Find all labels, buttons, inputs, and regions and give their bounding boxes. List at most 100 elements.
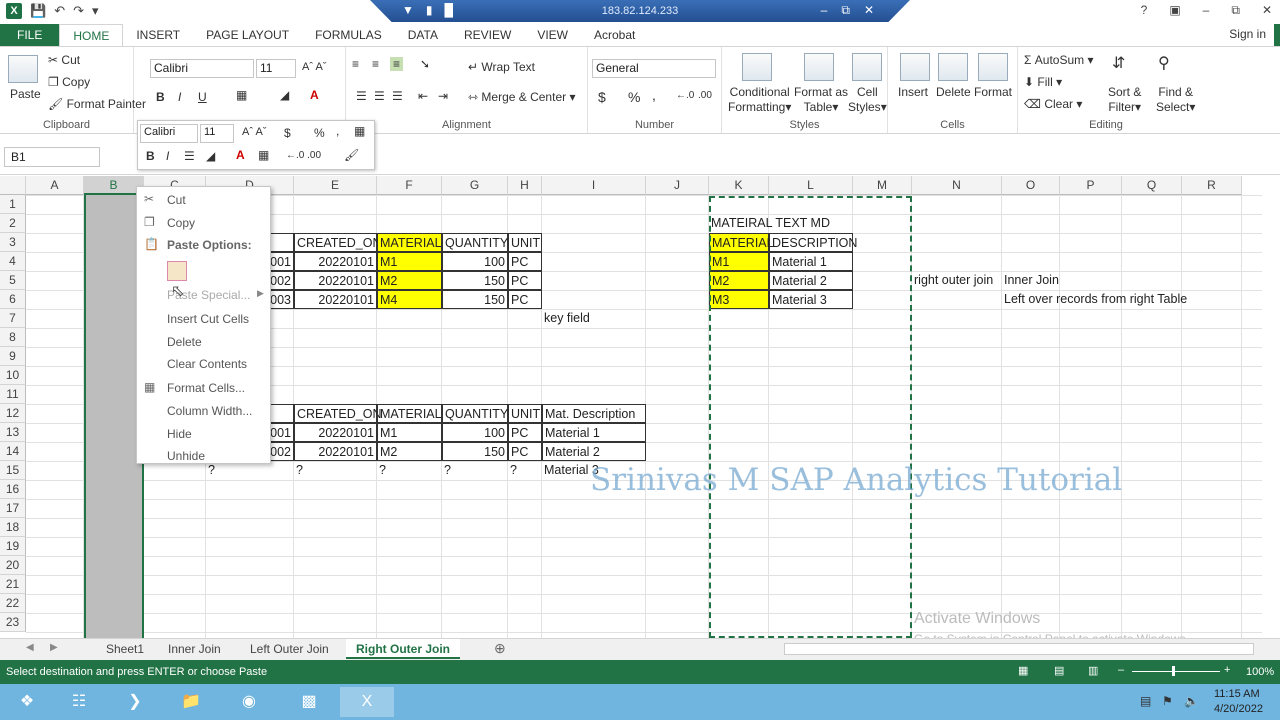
currency-icon[interactable]: $	[598, 89, 606, 105]
mini-size-select[interactable]: 11	[200, 124, 234, 143]
tab-review[interactable]: REVIEW	[451, 24, 524, 46]
sheet-tab-inner-join[interactable]: Inner Join	[158, 639, 231, 659]
row-header-14[interactable]: 14	[0, 442, 26, 461]
tab-view[interactable]: VIEW	[524, 24, 581, 46]
insert-cells-icon[interactable]	[900, 53, 930, 81]
column-header-k[interactable]: K	[709, 176, 769, 195]
table1-cell[interactable]: 150	[442, 271, 508, 290]
powershell-icon[interactable]: ❯	[108, 687, 162, 717]
close-icon[interactable]: ✕	[1262, 3, 1272, 18]
sort-filter-icon[interactable]: ⇵	[1112, 53, 1125, 73]
table1-header[interactable]: QUANTITY	[442, 233, 508, 252]
number-format-select[interactable]: General	[592, 59, 716, 78]
column-header-q[interactable]: Q	[1122, 176, 1182, 195]
table2-cell[interactable]: 150	[442, 442, 508, 461]
tab-insert[interactable]: INSERT	[123, 24, 193, 46]
column-header-g[interactable]: G	[442, 176, 508, 195]
table1-cell[interactable]: 100	[442, 252, 508, 271]
cell-styles-icon[interactable]	[852, 53, 882, 81]
table1-header[interactable]: UNIT	[508, 233, 542, 252]
borders-icon[interactable]: ▦	[236, 88, 247, 102]
tab-formulas[interactable]: FORMULAS	[302, 24, 395, 46]
table2-cell[interactable]: 20220101	[294, 442, 377, 461]
ribbon-display-icon[interactable]: ▣	[1169, 3, 1180, 18]
table2-cell[interactable]: PC	[508, 423, 542, 442]
font-name-select[interactable]: Calibri	[150, 59, 254, 78]
row-header-21[interactable]: 21	[0, 575, 26, 594]
next-sheet-icon[interactable]: ▶	[50, 642, 58, 653]
align-bottom-icon[interactable]: ≡	[390, 57, 404, 71]
chrome-icon[interactable]: ◉	[222, 687, 276, 717]
column-header-p[interactable]: P	[1060, 176, 1122, 195]
table2-cell[interactable]: Material 2	[542, 442, 646, 461]
menu-format-cells[interactable]: Format Cells...	[167, 381, 245, 395]
fill-button[interactable]: ⬇ Fill ▾	[1024, 75, 1062, 89]
tab-file[interactable]: FILE	[0, 24, 60, 46]
conditional-formatting-icon[interactable]	[742, 53, 772, 81]
right-outer-join-note[interactable]: right outer join	[912, 271, 1002, 290]
table2-cell[interactable]: M2	[377, 442, 442, 461]
restore-icon[interactable]: ⧉	[1231, 3, 1240, 18]
column-header-r[interactable]: R	[1182, 176, 1242, 195]
delete-button[interactable]: Delete	[936, 85, 971, 99]
row-header-23[interactable]: 23	[0, 613, 26, 632]
inner-join-note[interactable]: Inner Join	[1002, 271, 1060, 290]
table1-cell[interactable]: PC	[508, 271, 542, 290]
column-header-e[interactable]: E	[294, 176, 377, 195]
row-header-9[interactable]: 9	[0, 347, 26, 366]
column-header-f[interactable]: F	[377, 176, 442, 195]
table1-cell[interactable]: PC	[508, 252, 542, 271]
find-select-button[interactable]: Find & Select▾	[1156, 85, 1195, 115]
table2-header[interactable]: UNIT	[508, 404, 542, 423]
menu-insert-cut-cells[interactable]: Insert Cut Cells	[167, 312, 249, 326]
save-icon[interactable]: 💾	[30, 3, 46, 19]
tab-data[interactable]: DATA	[395, 24, 451, 46]
table2-cell[interactable]: Material 1	[542, 423, 646, 442]
row-header-8[interactable]: 8	[0, 328, 26, 347]
table2-header[interactable]: QUANTITY	[442, 404, 508, 423]
align-center-icon[interactable]: ☰	[374, 89, 385, 103]
mini-font-select[interactable]: Calibri	[140, 124, 198, 143]
flag-icon[interactable]: ⚑	[1162, 694, 1173, 708]
column-header-j[interactable]: J	[646, 176, 709, 195]
column-header-l[interactable]: L	[769, 176, 853, 195]
cut-button[interactable]: ✂ Cut	[48, 53, 80, 67]
row-header-11[interactable]: 11	[0, 385, 26, 404]
insert-button[interactable]: Insert	[898, 85, 928, 99]
sign-in-link[interactable]: Sign in	[1229, 27, 1266, 41]
zoom-out-icon[interactable]: –	[1118, 664, 1124, 676]
comma-icon[interactable]: ,	[652, 87, 656, 103]
column-header-o[interactable]: O	[1002, 176, 1060, 195]
paste-icon[interactable]	[8, 55, 38, 83]
column-header-m[interactable]: M	[853, 176, 912, 195]
page-break-view-icon[interactable]: ▥	[1088, 664, 1098, 677]
zoom-level[interactable]: 100%	[1246, 666, 1274, 678]
mini-align-icon[interactable]: ☰	[184, 149, 195, 163]
column-header-h[interactable]: H	[508, 176, 542, 195]
bold-icon[interactable]: B	[156, 90, 165, 104]
row-header-3[interactable]: 3	[0, 233, 26, 252]
column-header-n[interactable]: N	[912, 176, 1002, 195]
table2-cell[interactable]: M1	[377, 423, 442, 442]
font-color-icon[interactable]: A	[310, 88, 319, 102]
cell-styles-button[interactable]: Cell Styles▾	[848, 85, 887, 115]
minimize-icon[interactable]: –	[1203, 3, 1210, 18]
row-header-18[interactable]: 18	[0, 518, 26, 537]
mini-borders-icon[interactable]: ▦	[258, 148, 269, 162]
wrap-text-button[interactable]: ↵ Wrap Text	[468, 60, 535, 74]
column-header-a[interactable]: A	[26, 176, 84, 195]
table2-cell[interactable]: PC	[508, 442, 542, 461]
page-layout-view-icon[interactable]: ▤	[1054, 664, 1064, 677]
windows-start-icon[interactable]: ❖	[0, 687, 54, 717]
italic-icon[interactable]: I	[178, 90, 181, 104]
normal-view-icon[interactable]: ▦	[1018, 664, 1028, 677]
zoom-thumb[interactable]	[1172, 666, 1175, 676]
underline-icon[interactable]: U	[198, 90, 207, 104]
prev-sheet-icon[interactable]: ◀	[26, 642, 34, 653]
left-over-note[interactable]: Left over records from right Table	[1002, 290, 1187, 309]
table1-cell[interactable]: 20220101	[294, 271, 377, 290]
zoom-in-icon[interactable]: +	[1224, 664, 1230, 676]
table2-cell[interactable]: 100	[442, 423, 508, 442]
format-as-table-button[interactable]: Format as Table▾	[794, 85, 848, 115]
table2-header[interactable]: CREATED_ON	[294, 404, 382, 423]
